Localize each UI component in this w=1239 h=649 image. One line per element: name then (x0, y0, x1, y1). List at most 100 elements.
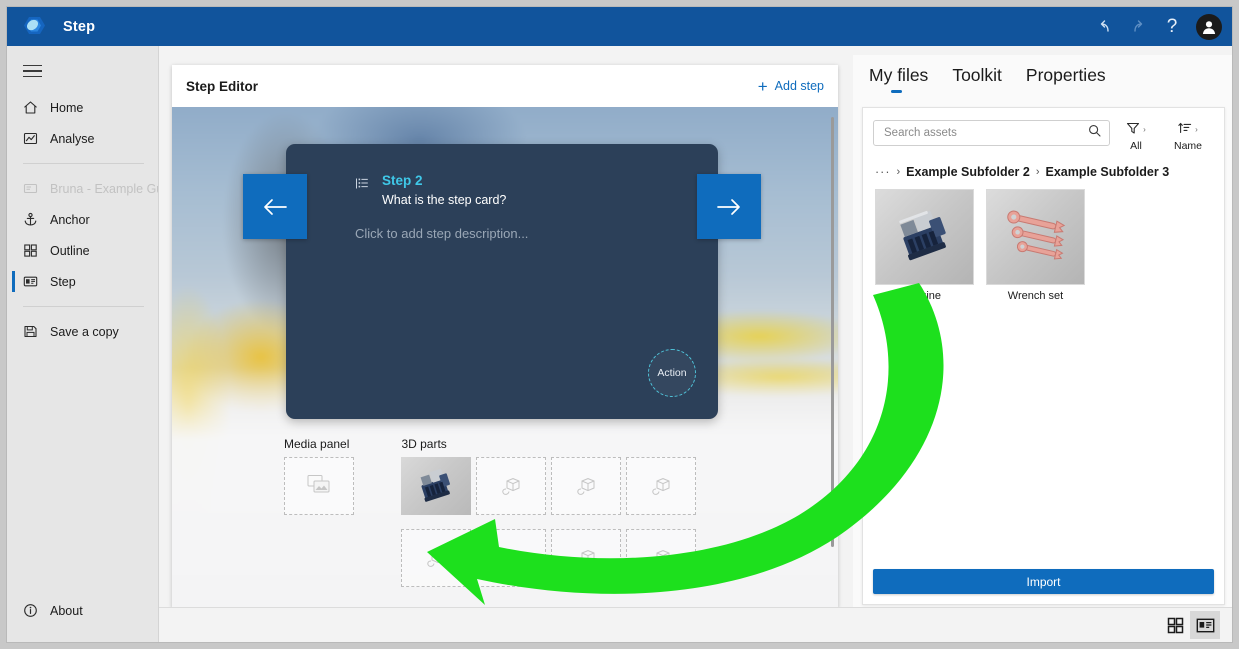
undo-arrow-icon[interactable] (1088, 12, 1120, 42)
filter-button[interactable]: › All (1110, 120, 1162, 152)
save-disk-icon (23, 324, 45, 339)
tab-toolkit[interactable]: Toolkit (952, 65, 1002, 93)
analyse-chart-icon (23, 131, 45, 146)
breadcrumb-item[interactable]: Example Subfolder 3 (1046, 165, 1170, 179)
part-slot-empty[interactable] (476, 529, 547, 587)
sort-button[interactable]: › Name (1162, 120, 1214, 152)
breadcrumb-separator: › (1035, 166, 1040, 178)
page-title: Step Editor (186, 78, 259, 94)
sidebar-item-label: Home (50, 100, 84, 115)
sidebar-item-label: About (50, 603, 83, 618)
chevron-right-icon: › (1143, 125, 1146, 134)
part-slot-empty[interactable] (401, 529, 472, 587)
part-slot-empty[interactable] (476, 457, 547, 515)
sidebar-item-analyse[interactable]: Analyse (7, 123, 158, 154)
next-step-button[interactable] (697, 174, 761, 239)
step-card-wrapper: Step 2 What is the step card? Click to a… (243, 144, 761, 419)
sidebar-divider (23, 306, 144, 307)
avatar[interactable] (1196, 13, 1222, 40)
cube-3d-icon (577, 478, 595, 495)
card-view-icon (1196, 618, 1214, 632)
cube-3d-icon (502, 550, 520, 567)
grid-view-icon (1167, 617, 1183, 633)
parts-panel-section: 3D parts (401, 437, 701, 601)
asset-item[interactable]: engine (875, 189, 974, 302)
step-card-header: Step 2 What is the step card? (355, 172, 638, 209)
part-slot-empty[interactable] (626, 457, 697, 515)
sidebar-item-label: Anchor (50, 212, 90, 227)
app-title: Step (63, 18, 96, 35)
cube-3d-icon (577, 550, 595, 567)
media-slot-empty[interactable] (284, 457, 354, 515)
my-files-card: › All › Name ··· › Example (862, 107, 1225, 605)
redo-arrow-icon[interactable] (1122, 12, 1154, 42)
hamburger-menu-icon[interactable] (23, 60, 49, 82)
asset-thumbnail (875, 189, 974, 285)
help-button[interactable]: ? (1156, 12, 1188, 42)
chevron-right-icon: › (1195, 125, 1198, 134)
part-slot-empty[interactable] (551, 529, 622, 587)
breadcrumb-overflow[interactable]: ··· (875, 165, 891, 179)
search-input-wrapper[interactable] (873, 120, 1110, 146)
sort-button-label: Name (1173, 140, 1202, 152)
tab-properties[interactable]: Properties (1026, 65, 1106, 93)
sidebar-item-outline[interactable]: Outline (7, 235, 158, 266)
step-logo-icon (15, 10, 49, 44)
status-bar (159, 607, 1232, 642)
asset-item[interactable]: Wrench set (986, 189, 1085, 302)
sidebar-item-guide: Bruna - Example Gui... (7, 173, 158, 204)
sidebar-item-anchor[interactable]: Anchor (7, 204, 158, 235)
sidebar-item-label: Step (50, 274, 76, 289)
engine-thumbnail (421, 468, 451, 502)
wrench-set-thumbnail (1006, 210, 1065, 260)
add-step-label: Add step (774, 79, 824, 93)
search-icon (1088, 124, 1101, 142)
asset-label: engine (907, 290, 942, 302)
plus-icon: + (757, 76, 768, 96)
sidebar-item-label: Bruna - Example Gui... (50, 181, 158, 196)
canvas-scrollbar[interactable] (831, 117, 834, 547)
arrow-right-icon (717, 198, 740, 215)
parts-panel-title: 3D parts (401, 437, 447, 451)
step-title: What is the step card? (382, 193, 507, 207)
tab-my-files[interactable]: My files (869, 65, 928, 93)
sidebar-item-save-a-copy[interactable]: Save a copy (7, 316, 158, 347)
part-slot-filled[interactable] (401, 457, 472, 515)
assets-toolbar: › All › Name (863, 108, 1224, 152)
import-button[interactable]: Import (873, 569, 1214, 594)
sort-ascending-icon (1178, 121, 1192, 138)
action-button[interactable]: Action (648, 349, 696, 397)
step-card-text: Step 2 What is the step card? (382, 172, 506, 209)
media-images-icon (307, 474, 331, 499)
part-slot-empty[interactable] (551, 457, 622, 515)
add-step-button[interactable]: + Add step (758, 78, 824, 95)
search-input[interactable] (882, 126, 1088, 140)
card-view-button[interactable] (1190, 611, 1220, 639)
sidebar-item-label: Save a copy (50, 324, 119, 339)
right-panel-tabs: My files Toolkit Properties (853, 55, 1232, 93)
sidebar-item-home[interactable]: Home (7, 92, 158, 123)
sidebar-divider (23, 163, 144, 164)
breadcrumb-item[interactable]: Example Subfolder 2 (906, 165, 1030, 179)
sidebar-item-step[interactable]: Step (7, 266, 158, 297)
engine-model-thumbnail (898, 210, 946, 261)
media-panel-section: Media panel (284, 437, 354, 515)
arrow-left-icon (264, 198, 287, 215)
previous-step-button[interactable] (243, 174, 307, 239)
titlebar-controls: ? (1088, 12, 1232, 42)
grid-view-button[interactable] (1160, 611, 1190, 639)
cube-3d-icon (427, 550, 445, 567)
parts-grid (401, 457, 701, 601)
bullet-list-icon (355, 176, 370, 209)
step-number-label: Step 2 (382, 173, 423, 188)
step-description-placeholder[interactable]: Click to add step description... (355, 226, 528, 241)
anchor-icon (23, 212, 45, 227)
step-editor-header: Step Editor + Add step (172, 65, 838, 107)
step-attachments: Media panel 3D parts (284, 437, 701, 601)
part-slot-empty[interactable] (626, 529, 697, 587)
breadcrumb-separator: › (896, 166, 901, 178)
sidebar-item-about[interactable]: About (7, 595, 158, 626)
filter-button-label: All (1130, 140, 1142, 152)
cube-3d-icon (502, 478, 520, 495)
editor-canvas[interactable]: Step 2 What is the step card? Click to a… (172, 107, 838, 608)
